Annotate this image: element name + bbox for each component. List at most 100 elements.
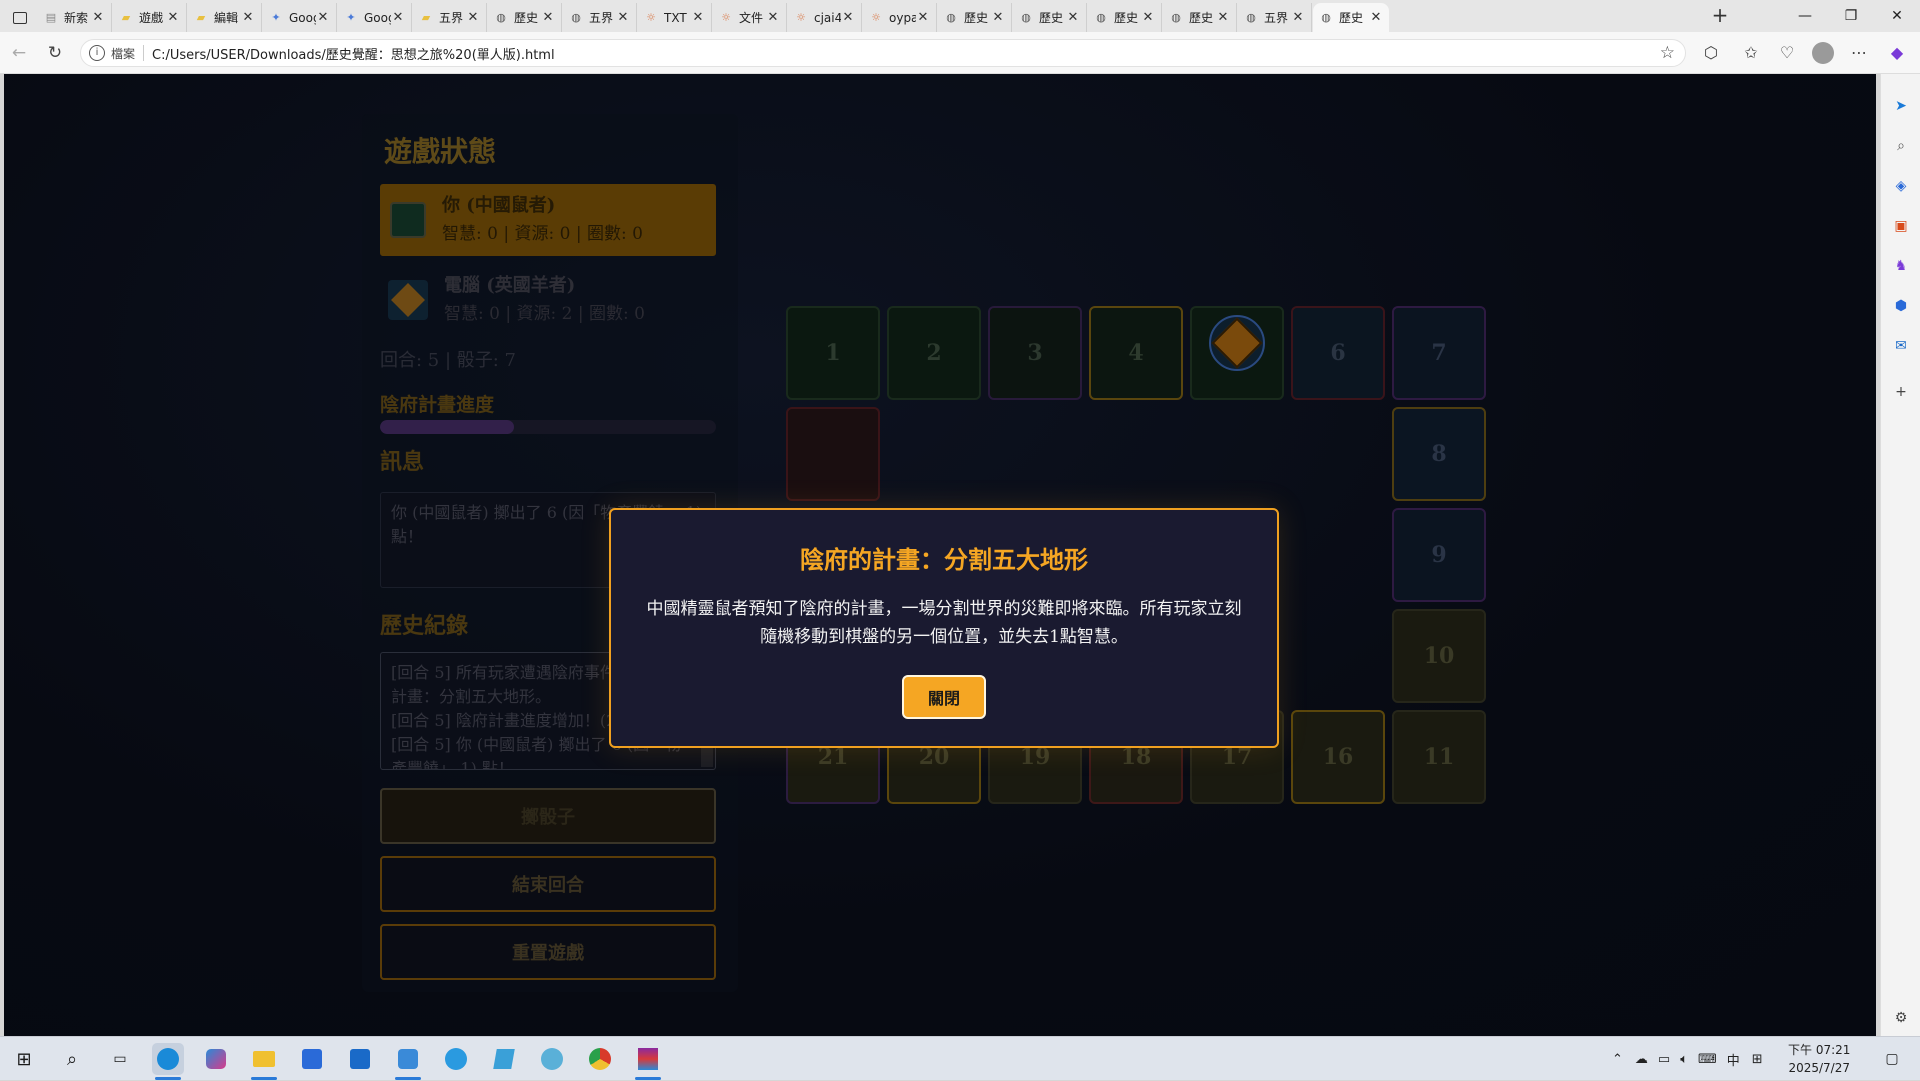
tab-actions-button[interactable] bbox=[6, 3, 34, 32]
app-icon[interactable] bbox=[488, 1043, 520, 1075]
board-cell[interactable]: 1 bbox=[786, 306, 880, 400]
browser-tab[interactable]: ◍ 歷史 ✕ bbox=[1313, 3, 1389, 32]
tab-close-icon[interactable]: ✕ bbox=[766, 10, 780, 25]
tab-close-icon[interactable]: ✕ bbox=[1369, 10, 1383, 25]
volume-icon[interactable]: 🔈︎ bbox=[1680, 1052, 1688, 1067]
favorite-star-icon[interactable]: ☆ bbox=[1660, 43, 1675, 63]
send-icon[interactable]: ➤ bbox=[1889, 94, 1913, 118]
tab-close-icon[interactable]: ✕ bbox=[1141, 10, 1155, 25]
tab-close-icon[interactable]: ✕ bbox=[91, 10, 105, 25]
profile-avatar[interactable] bbox=[1812, 42, 1834, 64]
board-cell[interactable]: 16 bbox=[1291, 710, 1385, 804]
browser-tab[interactable]: ▤ 新索 ✕ bbox=[38, 3, 112, 32]
settings-more-icon[interactable]: ⋯ bbox=[1846, 40, 1872, 66]
tab-close-icon[interactable]: ✕ bbox=[1291, 10, 1305, 25]
board-cell[interactable]: 3 bbox=[988, 306, 1082, 400]
onedrive-icon[interactable]: ☁ bbox=[1635, 1052, 1648, 1067]
browser-tab[interactable]: ◍ 歷史 ✕ bbox=[1163, 3, 1237, 32]
browser-tab[interactable]: ✦ Goog✕ bbox=[338, 3, 412, 32]
browser-tab[interactable]: ◍ 歷史 ✕ bbox=[1088, 3, 1162, 32]
browser-tab[interactable]: ☼ 文件 ✕ bbox=[713, 3, 787, 32]
browser-tab[interactable]: ◍ 歷史 ✕ bbox=[938, 3, 1012, 32]
tab-close-icon[interactable]: ✕ bbox=[466, 10, 480, 25]
board-cell[interactable]: 2 bbox=[887, 306, 981, 400]
tab-close-icon[interactable]: ✕ bbox=[1216, 10, 1230, 25]
board-cell-hidden[interactable] bbox=[786, 407, 880, 501]
end-turn-button[interactable]: 結束回合 bbox=[380, 856, 716, 912]
browser-tab[interactable]: ▰ 五界 ✕ bbox=[413, 3, 487, 32]
browser-tab[interactable]: ✦ Goog✕ bbox=[263, 3, 337, 32]
roll-dice-button[interactable]: 擲骰子 bbox=[380, 788, 716, 844]
shopping-tag-icon[interactable]: ◈ bbox=[1889, 174, 1913, 198]
chrome-icon[interactable] bbox=[584, 1043, 616, 1075]
tab-close-icon[interactable]: ✕ bbox=[691, 10, 705, 25]
add-sidebar-icon[interactable]: + bbox=[1889, 380, 1913, 404]
browser-essentials-icon[interactable]: ♡ bbox=[1774, 40, 1800, 66]
address-url[interactable]: C:/Users/USER/Downloads/歷史覺醒：思想之旅%20(單人版… bbox=[152, 44, 555, 63]
close-window-button[interactable]: ✕ bbox=[1874, 0, 1920, 32]
keyboard-icon[interactable]: ⌨ bbox=[1698, 1052, 1717, 1067]
extensions-icon[interactable]: ⬡ bbox=[1698, 40, 1724, 66]
windows-start-icon[interactable]: ⊞ bbox=[8, 1043, 40, 1075]
favorites-icon[interactable]: ✩ bbox=[1738, 40, 1764, 66]
tab-close-icon[interactable]: ✕ bbox=[391, 10, 405, 25]
tab-close-icon[interactable]: ✕ bbox=[316, 10, 330, 25]
browser-tab[interactable]: ☼ TXT ✕ bbox=[638, 3, 712, 32]
browser-tab[interactable]: ☼ oypar✕ bbox=[863, 3, 937, 32]
board-cell[interactable]: 7 bbox=[1392, 306, 1486, 400]
microsoft365-icon[interactable]: ⬢ bbox=[1889, 294, 1913, 318]
tab-close-icon[interactable]: ✕ bbox=[166, 10, 180, 25]
browser-tab[interactable]: ◍ 五界 ✕ bbox=[1238, 3, 1312, 32]
taskbar-clock[interactable]: 下午 07:21 2025/7/27 bbox=[1788, 1041, 1850, 1077]
tab-close-icon[interactable]: ✕ bbox=[841, 10, 855, 25]
tab-close-icon[interactable]: ✕ bbox=[541, 10, 555, 25]
browser-tab[interactable]: ◍ 歷史 ✕ bbox=[1013, 3, 1087, 32]
search-icon[interactable]: ⌕ bbox=[1889, 134, 1913, 158]
address-bar[interactable]: i 檔案 C:/Users/USER/Downloads/歷史覺醒：思想之旅%2… bbox=[80, 39, 1686, 67]
tab-close-icon[interactable]: ✕ bbox=[916, 10, 930, 25]
chevron-up-icon[interactable]: ⌃ bbox=[1612, 1052, 1623, 1067]
reset-game-button[interactable]: 重置遊戲 bbox=[380, 924, 716, 980]
modal-close-button[interactable]: 關閉 bbox=[902, 675, 986, 719]
sidebar-settings-icon[interactable]: ⚙ bbox=[1889, 1006, 1913, 1030]
tab-close-icon[interactable]: ✕ bbox=[241, 10, 255, 25]
browser-tab[interactable]: ☼ cjai4 ✕ bbox=[788, 3, 862, 32]
board-cell[interactable]: 4 bbox=[1089, 306, 1183, 400]
browser-tab[interactable]: ◍ 五界 ✕ bbox=[563, 3, 637, 32]
board-cell[interactable]: 9 bbox=[1392, 508, 1486, 602]
board-cell[interactable]: 11 bbox=[1392, 710, 1486, 804]
refresh-button[interactable]: ↻ bbox=[42, 40, 68, 66]
board-cell[interactable]: 6 bbox=[1291, 306, 1385, 400]
restore-button[interactable]: ❐ bbox=[1828, 0, 1874, 32]
winrar-icon[interactable] bbox=[632, 1043, 664, 1075]
search-icon[interactable]: ⌕ bbox=[56, 1043, 88, 1075]
telegram-icon[interactable] bbox=[440, 1043, 472, 1075]
board-cell[interactable]: 8 bbox=[1392, 407, 1486, 501]
tab-close-icon[interactable]: ✕ bbox=[1066, 10, 1080, 25]
copilot-icon[interactable]: ◆ bbox=[1884, 40, 1910, 66]
info-icon[interactable]: i bbox=[89, 45, 105, 61]
browser-tab[interactable]: ▰ 遊戲 ✕ bbox=[113, 3, 187, 32]
board-cell[interactable]: 10 bbox=[1392, 609, 1486, 703]
copilot-taskbar-icon[interactable] bbox=[200, 1043, 232, 1075]
ime-mode-icon[interactable]: ⊞ bbox=[1752, 1052, 1763, 1067]
tools-icon[interactable]: ▣ bbox=[1889, 214, 1913, 238]
network-icon[interactable]: ▭ bbox=[1658, 1052, 1670, 1067]
browser-tab[interactable]: ▰ 編輯 ✕ bbox=[188, 3, 262, 32]
back-button[interactable]: ← bbox=[6, 40, 32, 66]
store-icon[interactable] bbox=[296, 1043, 328, 1075]
games-icon[interactable]: ♞ bbox=[1889, 254, 1913, 278]
file-explorer-icon[interactable] bbox=[248, 1043, 280, 1075]
edge-taskbar-icon[interactable] bbox=[152, 1043, 184, 1075]
new-tab-button[interactable]: + bbox=[1707, 4, 1733, 28]
minimize-button[interactable]: — bbox=[1782, 0, 1828, 32]
tab-close-icon[interactable]: ✕ bbox=[616, 10, 630, 25]
outlook-taskbar-icon[interactable] bbox=[344, 1043, 376, 1075]
outlook-icon[interactable]: ✉ bbox=[1889, 334, 1913, 358]
paint-icon[interactable] bbox=[536, 1043, 568, 1075]
board-cell-5[interactable] bbox=[1190, 306, 1284, 400]
browser-tab[interactable]: ◍ 歷史 ✕ bbox=[488, 3, 562, 32]
photos-icon[interactable] bbox=[392, 1043, 424, 1075]
ime-indicator[interactable]: 中 bbox=[1727, 1050, 1740, 1069]
notification-icon[interactable]: ▢ bbox=[1876, 1043, 1908, 1075]
